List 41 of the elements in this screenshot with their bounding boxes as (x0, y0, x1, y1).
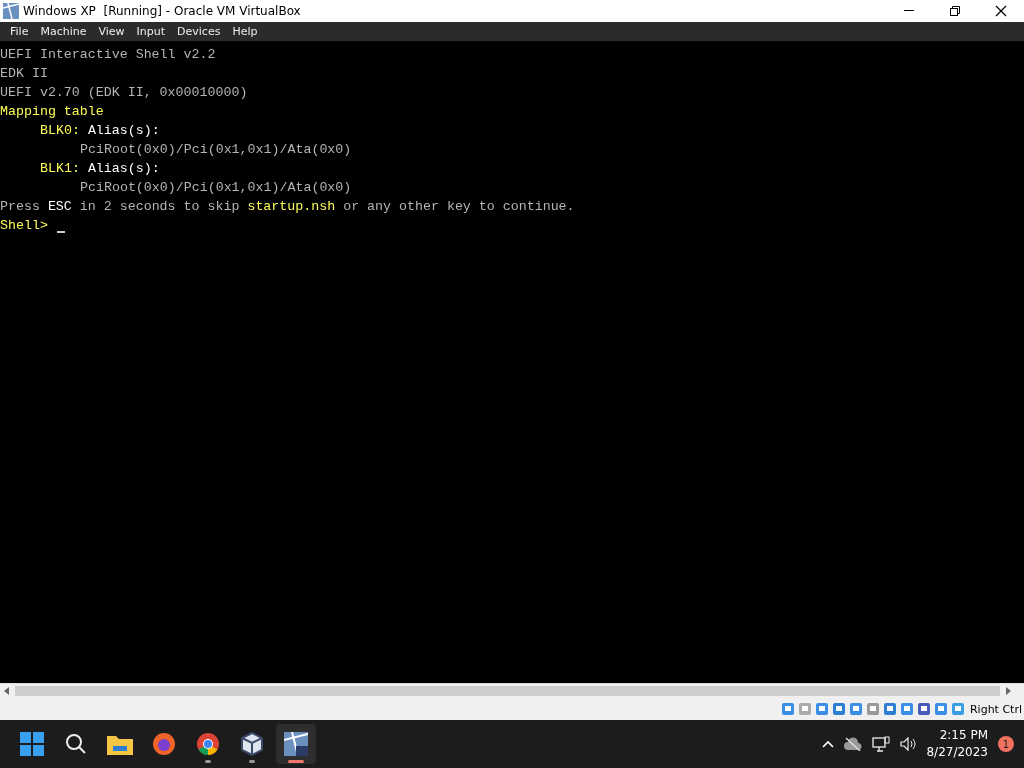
speaker-icon[interactable] (900, 737, 917, 751)
scroll-right-icon[interactable] (1004, 687, 1012, 695)
windows-logo-icon (20, 732, 44, 756)
console-line: PciRoot(0x0)/Pci(0x1,0x1)/Ata(0x0) (80, 141, 352, 159)
menu-item[interactable]: Devices (171, 25, 227, 38)
minimize-icon (904, 10, 914, 12)
menu-item[interactable]: Help (226, 25, 264, 38)
restore-icon (950, 6, 960, 16)
menu-item[interactable]: View (92, 25, 131, 38)
scrollbar-thumb[interactable] (15, 686, 1000, 696)
close-icon (995, 5, 1007, 17)
window-title: Windows XP [Running] - Oracle VM VirtualBox (23, 4, 302, 18)
taskbar-app[interactable] (276, 724, 316, 764)
console-line: UEFI v2.70 (EDK II, 0x00010000) (0, 84, 248, 102)
console-line: Mapping table (0, 103, 104, 121)
app-logo-icon (3, 3, 19, 19)
host-key-label: Right Ctrl (969, 702, 1022, 716)
menu-item[interactable]: Machine (34, 25, 93, 38)
cloud-off-icon[interactable] (844, 737, 863, 751)
console-line: BLK1: Alias(s): (40, 160, 160, 178)
text-cursor (56, 230, 65, 233)
running-indicator (249, 760, 255, 763)
running-indicator (288, 760, 304, 763)
console-line: BLK0: Alias(s): (40, 122, 160, 140)
console-line: UEFI Interactive Shell v2.2 (0, 46, 216, 64)
cube-icon (241, 732, 263, 756)
console-line: Shell> (0, 217, 48, 235)
chrome-icon (196, 732, 220, 756)
scroll-left-icon[interactable] (3, 687, 11, 695)
running-indicator (205, 760, 211, 763)
console-line: Press ESC in 2 seconds to skip startup.nsh or any other key to continue. (0, 198, 575, 216)
folder-icon (107, 733, 133, 755)
notification-badge[interactable]: 1 (998, 736, 1014, 752)
menu-item[interactable]: File (4, 25, 35, 38)
search-icon (65, 733, 87, 755)
console-line: PciRoot(0x0)/Pci(0x1,0x1)/Ata(0x0) (80, 179, 352, 197)
clock[interactable]: 2:15 PM 8/27/2023 (926, 727, 988, 761)
menu-item[interactable]: Input (130, 25, 172, 38)
console-line: EDK II (0, 65, 48, 83)
vm-window-icon (284, 732, 308, 756)
chevron-up-icon[interactable] (822, 740, 835, 748)
